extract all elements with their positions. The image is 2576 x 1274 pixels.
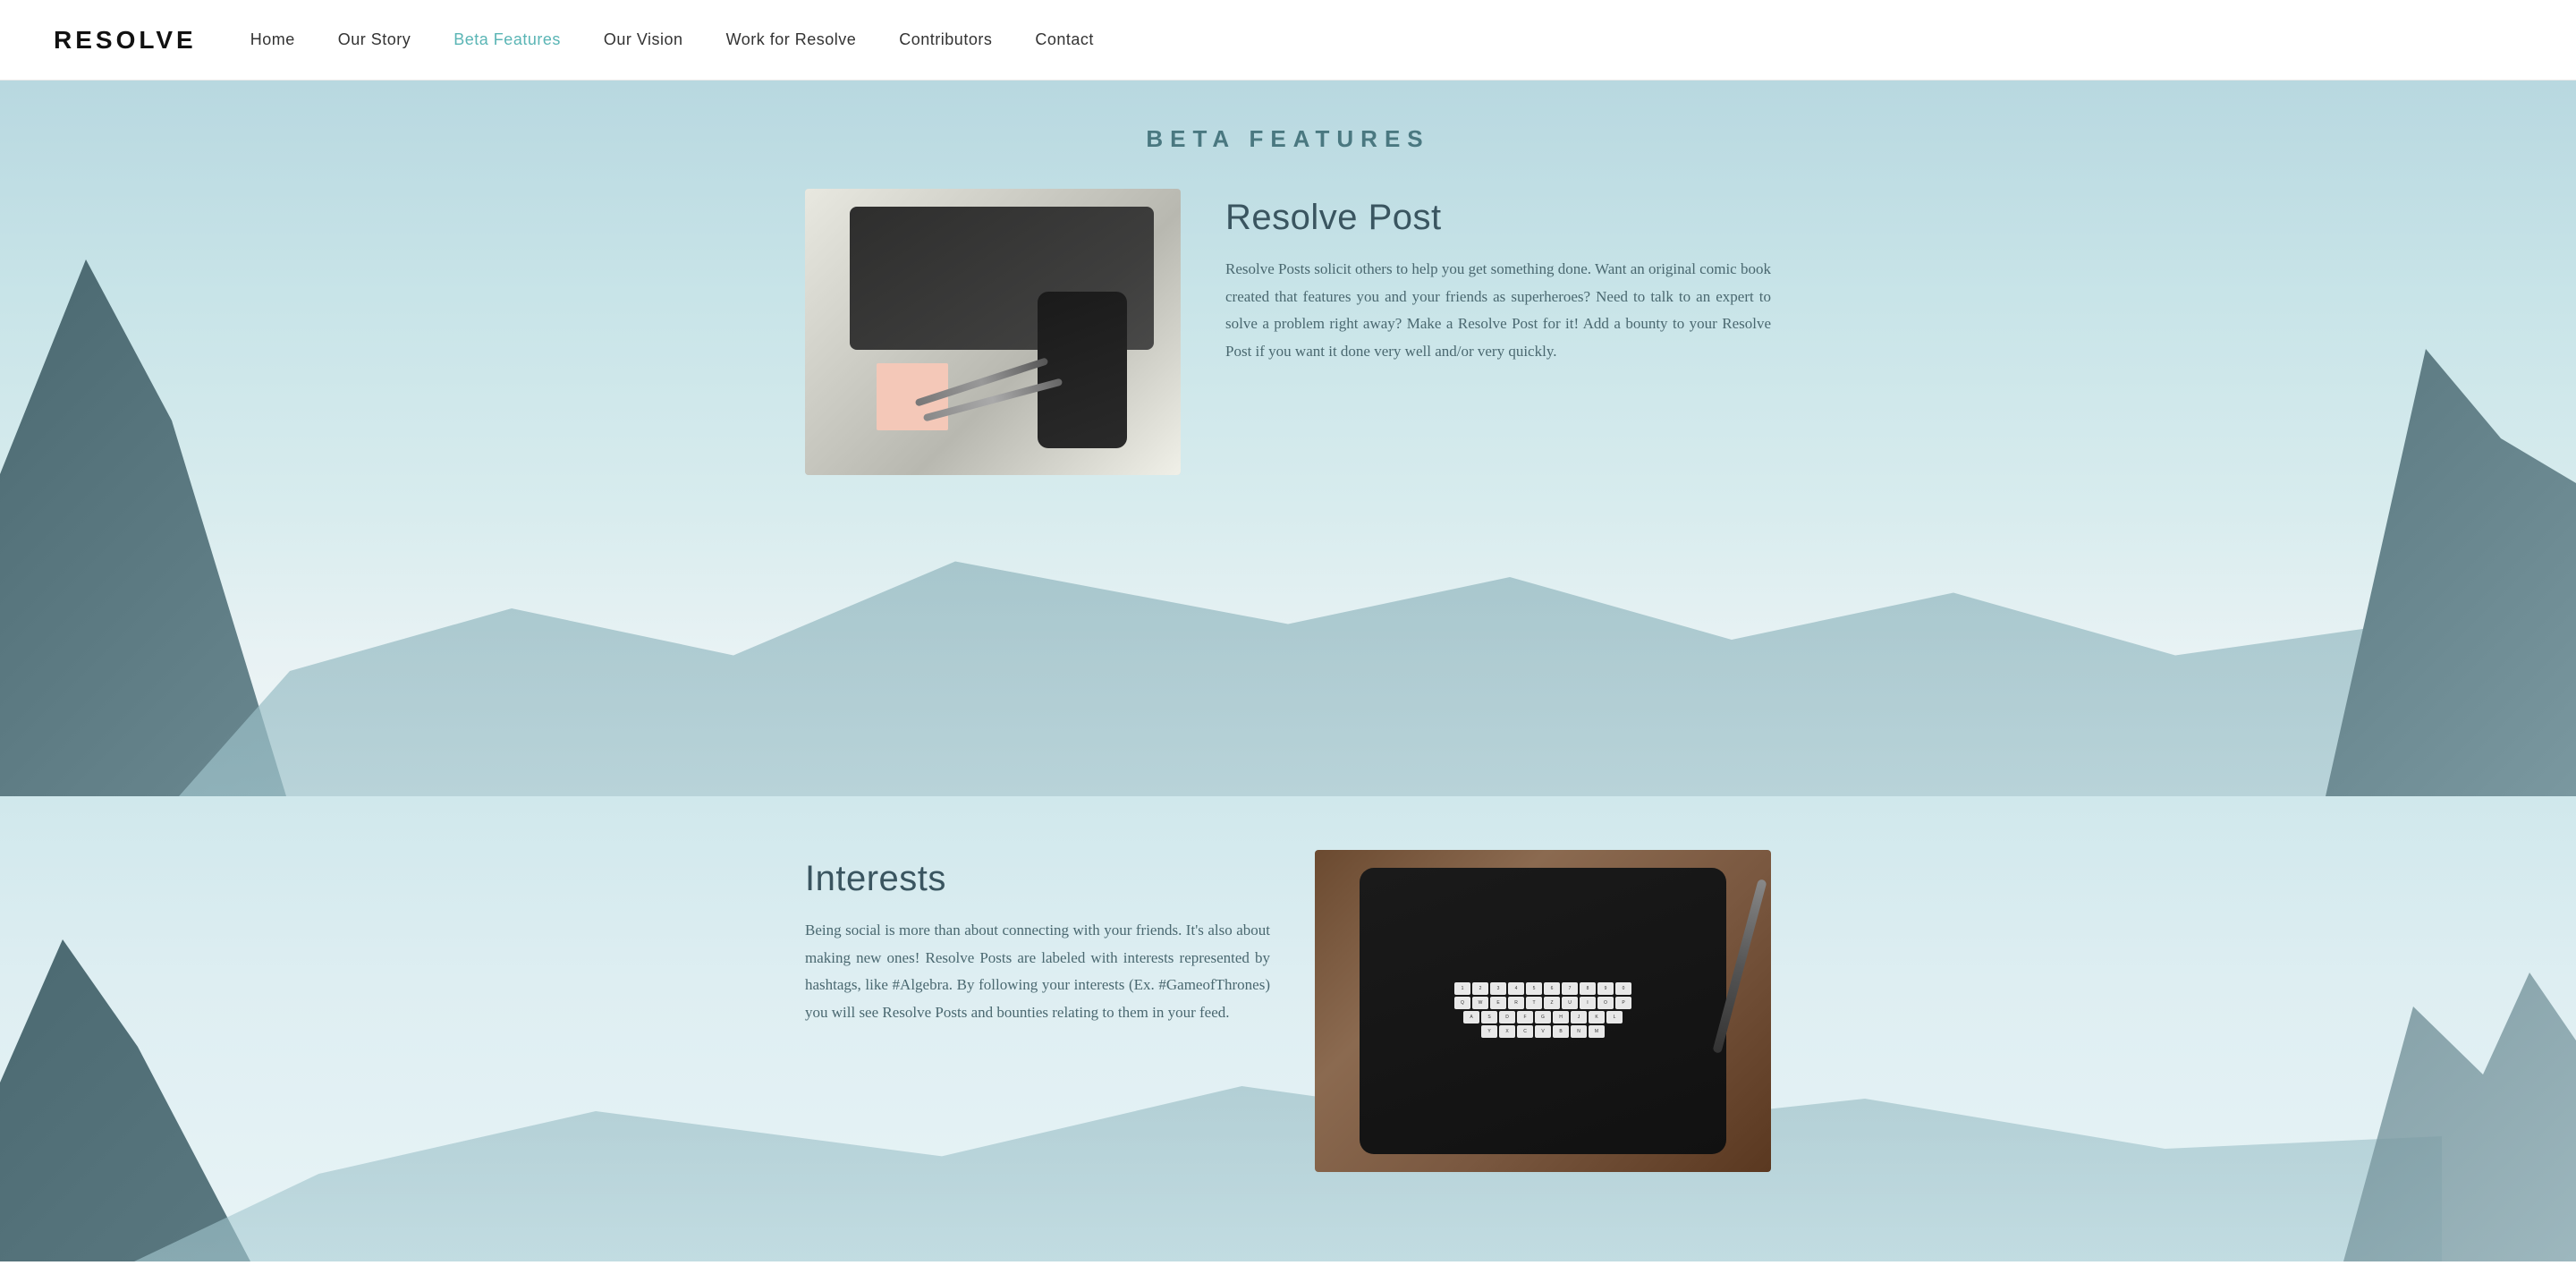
beta-features-section: BETA FEATURES Resolve Post Resolve Posts… <box>0 81 2576 796</box>
nav-link-beta-features[interactable]: Beta Features <box>453 30 561 48</box>
nav-item-contact[interactable]: Contact <box>1035 30 1094 49</box>
key-4: 4 <box>1508 982 1524 995</box>
nav-link-contributors[interactable]: Contributors <box>899 30 992 48</box>
key-x: X <box>1499 1025 1515 1038</box>
key-8: 8 <box>1580 982 1596 995</box>
key-j: J <box>1571 1011 1587 1023</box>
phone-image: 1 2 3 4 5 6 7 8 9 0 Q <box>1315 850 1771 1172</box>
nav-item-contributors[interactable]: Contributors <box>899 30 992 49</box>
nav-link-home[interactable]: Home <box>250 30 295 48</box>
resolve-post-description: Resolve Posts solicit others to help you… <box>1225 256 1771 365</box>
key-m: M <box>1589 1025 1605 1038</box>
laptop-image <box>805 189 1181 475</box>
resolve-post-image <box>805 189 1181 475</box>
key-6: 6 <box>1544 982 1560 995</box>
key-0: 0 <box>1615 982 1631 995</box>
key-n: N <box>1571 1025 1587 1038</box>
nav-link-our-vision[interactable]: Our Vision <box>604 30 683 48</box>
key-g: G <box>1535 1011 1551 1023</box>
key-d: D <box>1499 1011 1515 1023</box>
key-a: A <box>1463 1011 1479 1023</box>
section-title: BETA FEATURES <box>805 116 1771 153</box>
key-k: K <box>1589 1011 1605 1023</box>
mountain-left <box>0 259 286 796</box>
keyboard-row-1: 1 2 3 4 5 6 7 8 9 0 <box>1453 982 1632 995</box>
keyboard-decoration: 1 2 3 4 5 6 7 8 9 0 Q <box>1453 982 1632 1040</box>
mountain-right <box>2326 349 2576 796</box>
key-5: 5 <box>1526 982 1542 995</box>
interests-content: Interests Being social is more than abou… <box>751 796 1825 1226</box>
key-y: Y <box>1481 1025 1497 1038</box>
interests-description: Being social is more than about connecti… <box>805 917 1270 1026</box>
nav-item-our-story[interactable]: Our Story <box>338 30 411 49</box>
mountain-right-2 <box>2343 922 2576 1261</box>
site-logo[interactable]: RESOLVE <box>54 26 197 55</box>
key-b: B <box>1553 1025 1569 1038</box>
key-3: 3 <box>1490 982 1506 995</box>
resolve-post-title: Resolve Post <box>1225 198 1771 238</box>
nav-item-home[interactable]: Home <box>250 30 295 49</box>
key-f: F <box>1517 1011 1533 1023</box>
interests-image: 1 2 3 4 5 6 7 8 9 0 Q <box>1315 850 1771 1172</box>
interests-text: Interests Being social is more than abou… <box>805 850 1270 1026</box>
key-s: S <box>1481 1011 1497 1023</box>
key-h: H <box>1553 1011 1569 1023</box>
nav-item-work-for-resolve[interactable]: Work for Resolve <box>726 30 857 49</box>
keyboard-row-4: Y X C V B N M <box>1453 1025 1632 1038</box>
key-c: C <box>1517 1025 1533 1038</box>
key-r: R <box>1508 997 1524 1009</box>
key-l: L <box>1606 1011 1623 1023</box>
key-w: W <box>1472 997 1488 1009</box>
interests-section: Interests Being social is more than abou… <box>0 796 2576 1261</box>
nav-link-work-for-resolve[interactable]: Work for Resolve <box>726 30 857 48</box>
interests-title: Interests <box>805 859 1270 899</box>
feature-interests: Interests Being social is more than abou… <box>805 832 1771 1172</box>
nav-item-our-vision[interactable]: Our Vision <box>604 30 683 49</box>
key-o: O <box>1597 997 1614 1009</box>
nav-links: Home Our Story Beta Features Our Vision … <box>250 30 1094 49</box>
key-e: E <box>1490 997 1506 1009</box>
key-i: I <box>1580 997 1596 1009</box>
main-content: BETA FEATURES Resolve Post Resolve Posts… <box>751 81 1825 582</box>
key-q: Q <box>1454 997 1470 1009</box>
navbar: RESOLVE Home Our Story Beta Features Our… <box>0 0 2576 81</box>
keyboard-row-3: A S D F G H J K L <box>1453 1011 1632 1023</box>
nav-link-contact[interactable]: Contact <box>1035 30 1094 48</box>
keyboard-row-2: Q W E R T Z U I O P <box>1453 997 1632 1009</box>
key-p: P <box>1615 997 1631 1009</box>
nav-link-our-story[interactable]: Our Story <box>338 30 411 48</box>
key-t: T <box>1526 997 1542 1009</box>
mountain-left-2 <box>0 904 250 1261</box>
key-9: 9 <box>1597 982 1614 995</box>
key-v: V <box>1535 1025 1551 1038</box>
resolve-post-text: Resolve Post Resolve Posts solicit other… <box>1225 189 1771 365</box>
nav-item-beta-features[interactable]: Beta Features <box>453 30 561 49</box>
feature-resolve-post: Resolve Post Resolve Posts solicit other… <box>805 189 1771 475</box>
key-1: 1 <box>1454 982 1470 995</box>
key-z: Z <box>1544 997 1560 1009</box>
key-u: U <box>1562 997 1578 1009</box>
key-7: 7 <box>1562 982 1578 995</box>
key-2: 2 <box>1472 982 1488 995</box>
